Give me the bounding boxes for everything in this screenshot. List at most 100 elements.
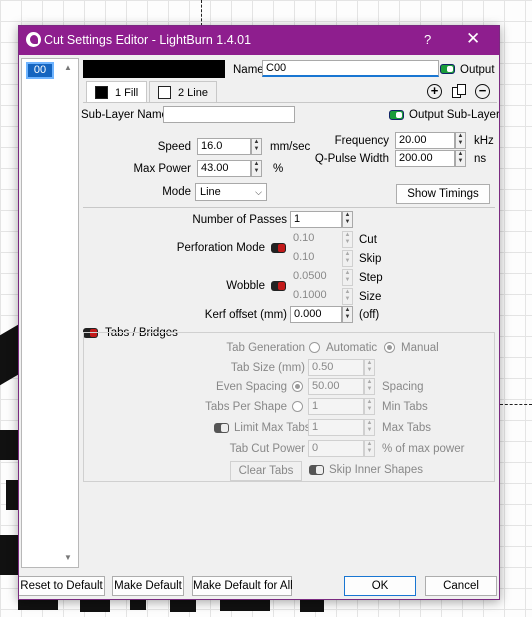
sublayer-name-label: Sub-Layer Name [81,109,168,121]
limit-max-tabs-label: Limit Max Tabs [234,422,311,434]
fill-swatch-icon [95,86,108,99]
canvas-shape [0,324,18,386]
mode-select[interactable]: Line ⌵ [195,183,267,201]
scroll-up-icon[interactable]: ▲ [64,63,72,72]
add-sublayer-icon[interactable]: + [427,84,442,99]
name-input[interactable]: C00 [262,60,439,77]
wobble-toggle[interactable] [271,281,286,291]
tab-label: 2 Line [178,87,208,99]
spacing-input: 50.00 [308,378,364,395]
perforation-skip-input: 0.10 [293,251,315,263]
make-default-for-all-button[interactable]: Make Default for All [192,576,293,596]
kerf-spinner[interactable]: ▲ ▼ [342,306,353,323]
speed-label: Speed [157,141,191,153]
scroll-down-icon[interactable]: ▼ [64,553,72,562]
max-power-unit: % [273,163,284,175]
tab-fill[interactable]: 1 Fill [86,81,147,103]
speed-unit: mm/sec [270,141,311,153]
speed-spinner[interactable]: ▲ ▼ [251,138,262,155]
layer-color-swatch[interactable] [83,60,225,78]
duplicate-sublayer-icon[interactable] [451,84,467,100]
max-power-spinner[interactable]: ▲ ▼ [251,160,262,177]
chevron-down-icon: ⌵ [255,187,262,197]
limit-max-tabs-toggle [214,423,229,433]
clear-tabs-button: Clear Tabs [230,461,302,481]
wobble-step-label: Step [359,272,383,284]
ok-button[interactable]: OK [344,576,416,596]
qpulse-unit: ns [474,153,487,165]
wobble-step-input: 0.0500 [293,270,327,282]
kerf-suffix: (off) [359,309,380,321]
wobble-size-label: Size [359,291,382,303]
kerf-input[interactable]: 0.000 [290,306,342,323]
mode-value: Line [200,186,221,198]
perforation-skip-label: Skip [359,253,382,265]
even-spacing-radio [292,381,303,392]
skip-inner-shapes-toggle [309,465,324,475]
passes-input[interactable]: 1 [290,211,342,228]
remove-sublayer-icon[interactable]: − [475,84,490,99]
min-tabs-input: 1 [308,398,364,415]
passes-label: Number of Passes [192,214,287,226]
tab-size-spinner: ▲ ▼ [364,359,375,376]
canvas-guide-line [500,404,532,405]
canvas-shape [0,430,18,460]
frequency-spinner[interactable]: ▲ ▼ [455,132,466,149]
layer-list[interactable]: 00 ▲ ▼ [21,58,79,568]
canvas-shape [300,600,324,612]
canvas-shape [170,600,196,612]
tab-size-input: 0.50 [308,359,364,376]
even-spacing-label: Even Spacing [216,381,287,393]
tab-cut-power-label: Tab Cut Power [229,443,305,455]
frequency-unit: kHz [474,135,494,147]
cancel-button[interactable]: Cancel [425,576,497,596]
perforation-skip-spinner: ▲ ▼ [342,250,353,267]
line-swatch-icon [158,86,171,99]
canvas-shape [80,600,110,612]
output-label: Output [460,64,495,76]
max-tabs-label: Max Tabs [382,422,432,434]
spacing-spinner: ▲ ▼ [364,378,375,395]
name-label: Name [233,64,264,76]
qpulse-spinner[interactable]: ▲ ▼ [455,150,466,167]
tab-cut-power-input: 0 [308,440,364,457]
mode-label: Mode [162,186,191,198]
tab-underline [83,102,497,103]
wobble-size-spinner: ▲ ▼ [342,288,353,305]
reset-to-default-button[interactable]: Reset to Default [19,576,105,596]
wobble-size-input: 0.1000 [293,289,327,301]
perforation-toggle[interactable] [271,243,286,253]
max-power-label: Max Power [133,163,191,175]
canvas-shape [220,600,270,611]
tab-line[interactable]: 2 Line [149,81,217,103]
automatic-label: Automatic [326,342,378,354]
show-timings-button[interactable]: Show Timings [396,184,490,204]
perforation-cut-spinner: ▲ ▼ [342,231,353,248]
passes-spinner[interactable]: ▲ ▼ [342,211,353,228]
sublayer-name-input[interactable] [163,106,295,123]
cut-settings-dialog: Cut Settings Editor - LightBurn 1.4.01 ?… [18,25,500,600]
frequency-label: Frequency [334,135,389,147]
qpulse-input[interactable]: 200.00 [395,150,455,167]
close-icon[interactable]: ✕ [466,29,480,49]
min-tabs-label: Min Tabs [382,401,428,413]
tabs-per-shape-label: Tabs Per Shape [205,401,287,413]
kerf-label: Kerf offset (mm) [204,309,287,321]
help-button[interactable]: ? [424,32,431,47]
speed-input[interactable]: 16.0 [197,138,251,155]
canvas-shape [130,600,146,610]
tab-cut-power-spinner: ▲ ▼ [364,440,375,457]
frequency-input[interactable]: 20.00 [395,132,455,149]
max-power-input[interactable]: 43.00 [197,160,251,177]
skip-inner-shapes-label: Skip Inner Shapes [329,464,423,476]
output-toggle[interactable] [440,64,455,74]
layer-list-item[interactable]: 00 [26,62,54,79]
max-tabs-spinner: ▲ ▼ [364,419,375,436]
make-default-button[interactable]: Make Default [112,576,184,596]
window-title: Cut Settings Editor - LightBurn 1.4.01 [44,33,252,47]
perforation-label: Perforation Mode [176,242,265,254]
output-sublayer-toggle[interactable] [389,110,404,120]
title-bar: Cut Settings Editor - LightBurn 1.4.01 ?… [19,26,499,55]
wobble-step-spinner: ▲ ▼ [342,269,353,286]
tab-label: 1 Fill [115,87,139,99]
